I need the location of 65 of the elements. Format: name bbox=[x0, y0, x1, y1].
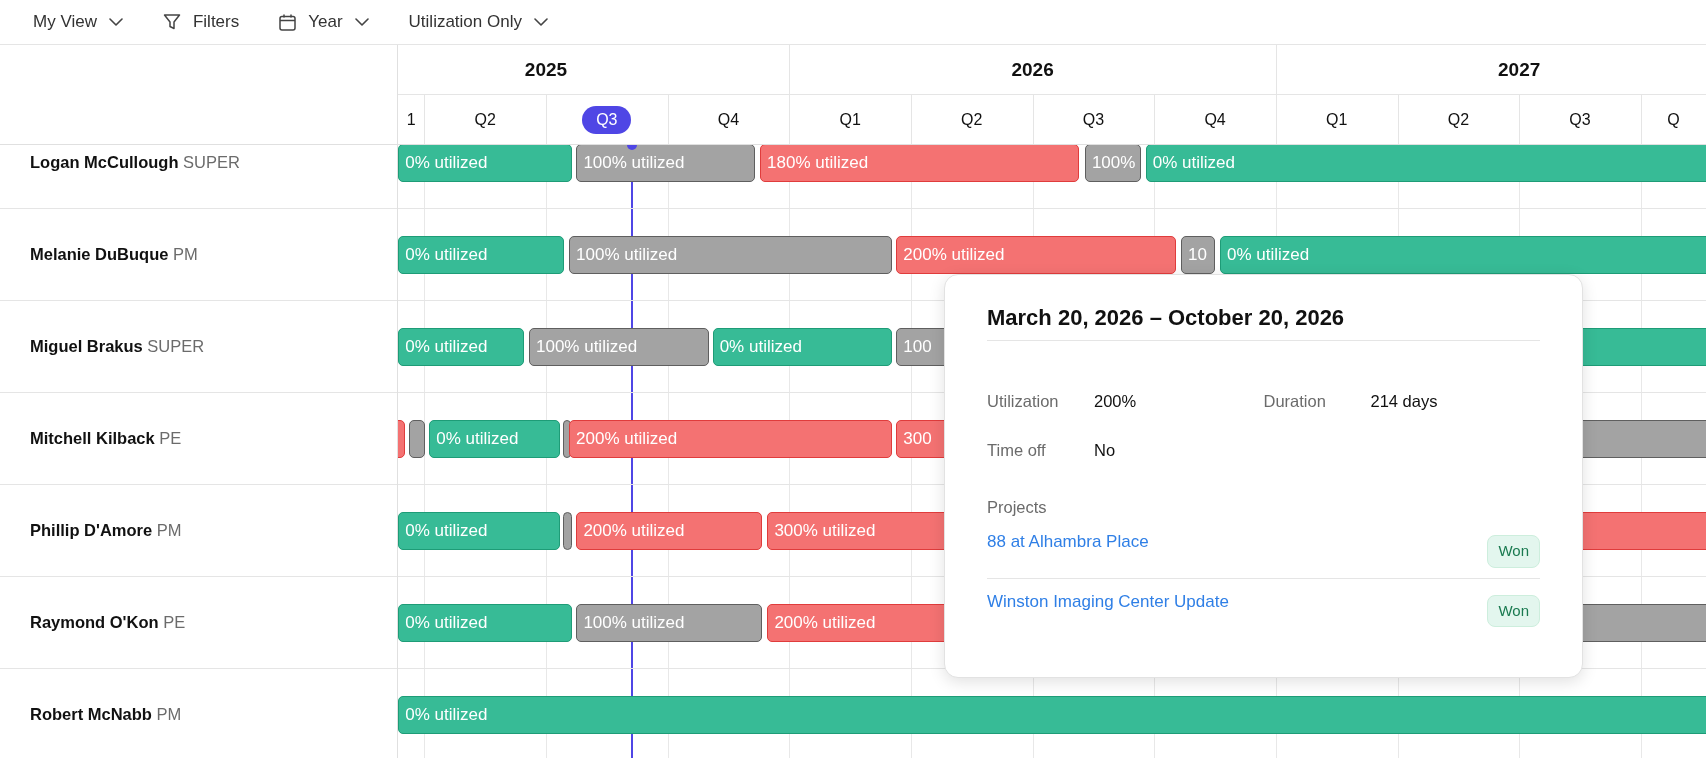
project-link[interactable]: 88 at Alhambra Place bbox=[987, 529, 1149, 555]
utilization-bar[interactable]: 180% utilized bbox=[760, 145, 1080, 182]
utilization-bar[interactable]: 0% utilized bbox=[1145, 145, 1706, 182]
toolbar-button[interactable]: My View bbox=[33, 9, 123, 35]
person-name: Mitchell Kilback PE bbox=[30, 428, 182, 450]
calendar-icon bbox=[279, 13, 297, 31]
utilization-bar[interactable]: 100% utilized bbox=[528, 328, 710, 366]
tooltip-title: March 20, 2026 – October 20, 2026 bbox=[987, 301, 1540, 341]
quarter-label: Q2 bbox=[474, 110, 496, 130]
person-name: Raymond O'Kon PE bbox=[30, 612, 186, 634]
year-label: 2026 bbox=[1010, 57, 1055, 82]
status-tag: Won bbox=[1487, 594, 1540, 628]
person-name: Miguel Brakus SUPER bbox=[30, 336, 205, 358]
quarter-label: Q1 bbox=[1326, 110, 1348, 130]
chevron-down-icon bbox=[533, 18, 548, 26]
toolbar-button[interactable]: Utilization Only bbox=[408, 9, 548, 35]
utilization-bar[interactable]: 0% utilized bbox=[398, 512, 560, 550]
quarter-label: 1 bbox=[406, 110, 416, 130]
quarter-label: Q2 bbox=[961, 110, 983, 130]
utilization-bar[interactable]: 0% utilized bbox=[429, 420, 560, 458]
utilization-bar[interactable]: 0% utilized bbox=[398, 604, 573, 642]
utilization-bar[interactable]: 0% utilized bbox=[398, 696, 1706, 734]
quarter-label: Q2 bbox=[1447, 110, 1470, 130]
chevron-down-icon bbox=[354, 18, 369, 26]
utilization-bar[interactable]: 0% utilized bbox=[712, 328, 892, 366]
quarter-label: Q bbox=[1667, 110, 1680, 130]
detail-label: Duration bbox=[1263, 391, 1327, 412]
quarter-label: Q4 bbox=[1204, 110, 1226, 130]
utilization-bar[interactable]: 100% utilized bbox=[576, 604, 762, 642]
quarter-label: Q4 bbox=[717, 110, 740, 130]
year-label: 2027 bbox=[1497, 57, 1542, 82]
detail-label: Utilization bbox=[987, 391, 1060, 412]
person-name: Melanie DuBuque PM bbox=[30, 244, 198, 266]
utilization-bar[interactable]: 200% utilized bbox=[576, 512, 762, 550]
projects-label: Projects bbox=[987, 496, 1048, 518]
detail-value: 214 days bbox=[1370, 391, 1438, 412]
utilization-bar[interactable]: 100% bbox=[1084, 145, 1142, 182]
utilization-bar[interactable]: 0% utilized bbox=[398, 236, 565, 274]
quarter-label: Q1 bbox=[839, 110, 861, 130]
utilization-bar[interactable]: 0% utilized bbox=[1219, 236, 1706, 274]
person-name: Robert McNabb PM bbox=[30, 704, 182, 726]
detail-value: No bbox=[1094, 439, 1116, 461]
person-name: Phillip D'Amore PM bbox=[30, 520, 182, 542]
quarter-label: Q3 bbox=[1082, 110, 1105, 130]
utilization-bar[interactable] bbox=[409, 420, 425, 458]
utilization-bar[interactable]: 0% utilized bbox=[398, 328, 525, 366]
chevron-down-icon bbox=[108, 18, 123, 26]
utilization-bar[interactable]: 100% utilized bbox=[576, 145, 756, 182]
utilization-bar[interactable]: 0% utilized bbox=[398, 145, 573, 182]
toolbar-button[interactable]: Filters bbox=[162, 9, 240, 35]
utilization-bar[interactable]: 100% utilized bbox=[569, 236, 892, 274]
project-link[interactable]: Winston Imaging Center Update bbox=[987, 588, 1229, 615]
filter-icon bbox=[162, 13, 181, 31]
utilization-bar[interactable] bbox=[563, 512, 572, 550]
utilization-bar[interactable]: 200% utilized bbox=[569, 420, 892, 458]
utilization-bar[interactable]: 200% utilized bbox=[896, 236, 1177, 274]
person-name: Logan McCullough SUPER bbox=[30, 152, 240, 174]
utilization-bar[interactable]: 10 bbox=[1181, 236, 1216, 274]
detail-value: 200% bbox=[1094, 391, 1137, 412]
quarter-label: Q3 bbox=[1569, 110, 1591, 130]
quarter-label[interactable]: Q3 bbox=[582, 106, 632, 134]
status-tag: Won bbox=[1487, 535, 1540, 568]
year-label: 2025 bbox=[523, 57, 569, 82]
detail-label: Time off bbox=[987, 439, 1047, 461]
toolbar-button[interactable]: Year bbox=[279, 9, 369, 35]
